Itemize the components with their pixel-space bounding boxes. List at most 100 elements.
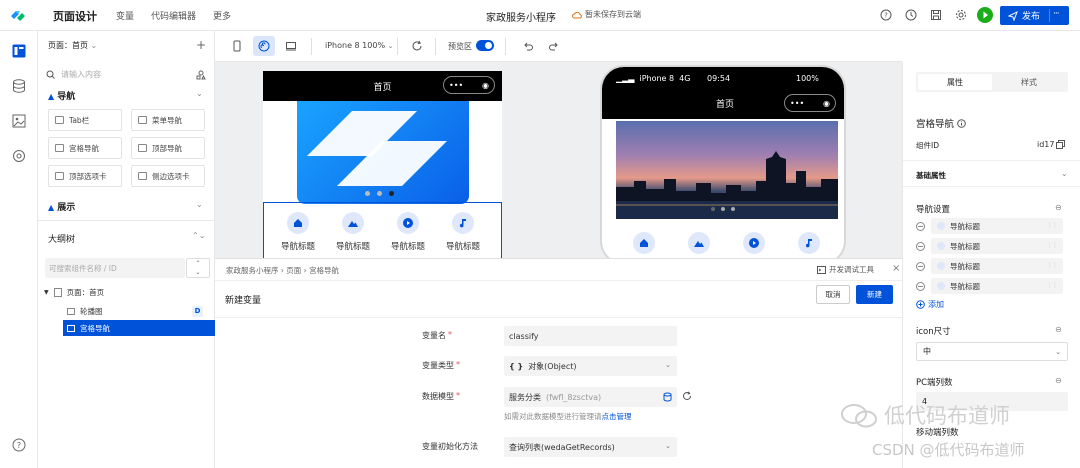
add-page-button[interactable]: + [196,38,206,52]
nav-item[interactable] [673,232,725,258]
tree-row-carousel[interactable]: 轮播图 D [38,303,215,319]
publish-button[interactable]: 发布 ··· [1000,6,1069,25]
tab-styles[interactable]: 样式 [992,74,1066,90]
close-icon[interactable]: × [892,263,900,274]
component-top-tabs[interactable]: 顶部选项卡 [48,165,122,187]
extension-icon[interactable] [11,148,27,164]
page-design-title: 页面设计 [53,10,97,23]
outline-filter-input[interactable]: 可搜索组件名称 / ID [45,258,185,278]
manage-link[interactable]: 点击管理 [602,412,632,421]
menu-code-editor[interactable]: 代码编辑器 [151,9,196,22]
nav-item-label: 导航标题 [280,242,315,252]
tree-row-page[interactable]: ▼ 页面：首页 [38,284,215,300]
grid-nav-selected[interactable]: 导航标题 导航标题 导航标题 导航标题 [263,202,502,258]
remove-icon[interactable] [916,241,925,251]
drag-handle-icon[interactable]: ⋮⋮ [1047,282,1058,289]
link-icon[interactable]: ⊖ [1055,325,1062,334]
undo-icon[interactable] [522,40,534,52]
debug-tool-button[interactable]: 开发调试工具 [817,264,874,275]
field-label: 变量名 * [422,330,452,340]
breadcrumb-item[interactable]: 宫格导航 [309,266,339,275]
tree-row-grid-nav[interactable]: 宫格导航 [63,320,215,336]
miniprogram-view-button[interactable] [253,36,275,56]
save-icon[interactable] [930,9,942,21]
component-menu-nav[interactable]: 菜单导航 [131,109,205,131]
page-selector[interactable]: 页面：首页 ⌄ [48,40,97,51]
database-icon[interactable] [663,392,672,402]
nav-item[interactable] [728,232,780,258]
nav-section-header[interactable]: ▲ 导航 [48,89,75,102]
filter-stepper[interactable]: ⌃ ⌄ [186,258,210,278]
refresh-icon[interactable] [682,391,692,401]
nav-setting-label: 导航标题 [950,281,980,291]
search-input[interactable]: 请输入内容 [61,69,101,80]
field-label: 变量初始化方法 [422,441,478,452]
nav-item[interactable] [783,232,835,258]
mobile-icon[interactable] [231,40,243,52]
link-icon[interactable]: ⊖ [1055,203,1062,212]
nav-item[interactable]: 导航标题 [382,212,434,252]
breadcrumb-item[interactable]: 页面 [286,266,301,275]
variable-name-input[interactable]: classify [504,326,677,346]
icon-size-select[interactable]: 中 ⌄ [916,342,1068,361]
remove-icon[interactable] [916,221,925,231]
history-icon[interactable] [905,9,917,21]
city-skyline-image[interactable] [616,121,838,219]
breadcrumb-item[interactable]: 家政服务小程序 [226,266,279,275]
nav-item[interactable]: 导航标题 [437,212,489,252]
tab-properties[interactable]: 属性 [918,74,992,90]
variable-type-select[interactable]: { } 对象(Object) ⌄ [504,356,677,376]
shapes-icon[interactable] [196,70,206,80]
chevron-down-icon[interactable]: ⌄ [196,200,203,209]
nav-setting-row[interactable]: 导航标题 ⋮⋮ [916,278,1063,294]
publish-more-button[interactable]: ··· [1053,9,1060,19]
refresh-icon[interactable] [411,40,423,52]
nav-item[interactable]: 导航标题 [272,212,324,252]
page-layout-icon[interactable] [11,43,27,59]
component-top-nav[interactable]: 顶部导航 [131,137,205,159]
help-icon[interactable]: ? [880,9,892,21]
drag-handle-icon[interactable]: ⋮⋮ [1047,242,1058,249]
component-tabbar[interactable]: Tab栏 [48,109,122,131]
drag-handle-icon[interactable]: ⋮⋮ [1047,222,1058,229]
help-circle-icon[interactable]: ? [11,437,27,453]
remove-icon[interactable] [916,261,925,271]
collapse-toggle-icon[interactable]: ⌃⌄ [192,231,205,240]
chevron-down-icon[interactable]: ⌄ [1061,169,1068,178]
status-left: ▁▂▃ iPhone 8 4G [616,74,690,83]
link-icon[interactable]: ⊖ [1055,376,1062,385]
settings-icon[interactable] [955,9,967,21]
cancel-button[interactable]: 取消 [816,285,850,304]
add-nav-button[interactable]: 添加 [916,299,944,310]
desktop-icon[interactable] [285,40,297,52]
nav-item[interactable] [618,232,670,258]
image-icon[interactable] [11,113,27,129]
create-button[interactable]: 新建 [856,285,893,304]
menu-variables[interactable]: 变量 [116,9,134,22]
init-method-select[interactable]: 查询列表(wedaGetRecords) ⌄ [504,437,677,457]
copy-icon[interactable] [1056,140,1065,149]
nav-setting-row[interactable]: 导航标题 ⋮⋮ [916,218,1063,234]
capsule-menu[interactable]: ••• ◉ [784,94,836,112]
chevron-down-icon[interactable]: ⌄ [196,89,203,98]
menu-more[interactable]: 更多 [213,9,231,22]
component-search[interactable]: 请输入内容 [46,65,206,84]
redo-icon[interactable] [548,40,560,52]
component-grid-nav[interactable]: 宫格导航 [48,137,122,159]
device-selector[interactable]: iPhone 8 100% ⌄ [325,41,393,50]
data-model-select[interactable]: 服务分类 (fwfl_8zsctva) [504,387,677,407]
capsule-menu[interactable]: ••• ◉ [443,76,495,94]
nav-setting-row[interactable]: 导航标题 ⋮⋮ [916,238,1063,254]
remove-icon[interactable] [916,281,925,291]
nav-item[interactable]: 导航标题 [327,212,379,252]
preview-toggle[interactable] [476,40,494,51]
run-button[interactable] [977,7,993,23]
nav-setting-row[interactable]: 导航标题 ⋮⋮ [916,258,1063,274]
database-icon[interactable] [11,78,27,94]
component-side-tabs[interactable]: 侧边选项卡 [131,165,205,187]
display-section-label: 展示 [57,203,76,213]
display-section-header[interactable]: ▲ 展示 [48,200,75,213]
info-icon[interactable] [957,118,966,128]
drag-handle-icon[interactable]: ⋮⋮ [1047,262,1058,269]
carousel-image[interactable] [297,101,469,204]
